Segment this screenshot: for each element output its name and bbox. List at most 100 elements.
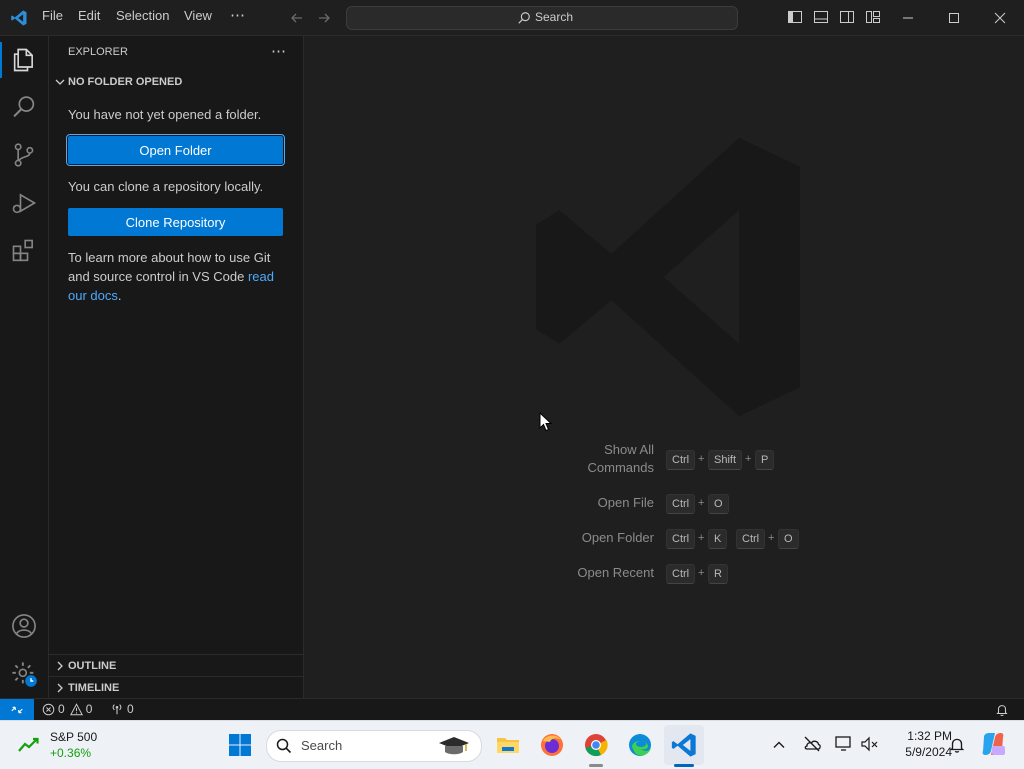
ports-indicator[interactable]: 0: [110, 702, 134, 716]
key-ctrl: Ctrl: [666, 529, 696, 549]
menu-selection[interactable]: Selection: [116, 8, 169, 23]
sidebar-more-button[interactable]: ⋯: [271, 42, 286, 60]
key-plus: +: [768, 532, 775, 544]
key-plus: +: [698, 497, 705, 509]
command-center-search[interactable]: Search: [346, 6, 738, 30]
search-label: Search: [535, 10, 574, 24]
vscode-running-indicator: [674, 764, 694, 767]
mouse-cursor-icon: [539, 412, 553, 432]
remote-indicator[interactable]: [0, 699, 34, 721]
chevron-up-icon[interactable]: [772, 738, 786, 752]
minimize-button[interactable]: [885, 0, 931, 35]
open-recent-label: Open Recent: [577, 565, 654, 580]
toggle-primary-sidebar-icon[interactable]: [787, 9, 803, 25]
warning-icon: [69, 702, 83, 715]
key-k: K: [708, 529, 728, 549]
error-count: 0: [58, 702, 65, 716]
chevron-down-icon: [55, 79, 65, 85]
menu-more-button[interactable]: ⋯: [230, 6, 245, 24]
key-ctrl: Ctrl: [666, 494, 696, 514]
search-activity-icon[interactable]: [10, 93, 38, 121]
remote-icon: [11, 706, 23, 714]
run-debug-icon[interactable]: [10, 189, 38, 217]
customize-layout-icon[interactable]: [865, 9, 881, 25]
chrome-running-indicator: [589, 764, 603, 767]
notifications-bell-icon[interactable]: [995, 703, 1009, 717]
key-ctrl: Ctrl: [666, 564, 696, 584]
timeline-label: TIMELINE: [68, 682, 120, 694]
back-arrow-icon[interactable]: [289, 10, 305, 26]
learn-more-end: .: [117, 288, 122, 303]
key-plus: +: [745, 453, 752, 465]
network-display-icon[interactable]: [834, 735, 854, 753]
volume-muted-icon[interactable]: [860, 735, 880, 753]
stock-name: S&P 500: [50, 730, 98, 744]
accounts-icon[interactable]: [10, 612, 38, 640]
active-indicator: [0, 42, 2, 78]
toggle-secondary-sidebar-icon[interactable]: [839, 9, 855, 25]
ports-count: 0: [127, 702, 134, 716]
timeline-section-header[interactable]: TIMELINE: [49, 676, 303, 699]
key-shift: Shift: [708, 450, 743, 470]
status-bar: 0 0 0: [0, 698, 1024, 721]
key-plus: +: [698, 453, 705, 465]
learn-more-body: To learn more about how to use Git and s…: [68, 250, 271, 284]
toggle-panel-icon[interactable]: [813, 9, 829, 25]
outline-section-header[interactable]: OUTLINE: [49, 654, 303, 677]
error-icon: [42, 703, 55, 715]
clone-repository-button[interactable]: Clone Repository: [68, 208, 283, 236]
stock-widget[interactable]: S&P 500 +0.36%: [14, 729, 114, 761]
editor-area[interactable]: Show All Commands Ctrl + Shift + P Open …: [304, 36, 1024, 698]
copilot-icon[interactable]: [980, 731, 1006, 757]
open-folder-label: Open Folder: [581, 530, 654, 545]
outline-label: OUTLINE: [68, 660, 117, 672]
sidebar-title: EXPLORER: [68, 46, 128, 58]
chrome-icon[interactable]: [582, 731, 610, 759]
explorer-sidebar: EXPLORER ⋯ NO FOLDER OPENED You have not…: [49, 36, 304, 698]
open-file-label: Open File: [597, 495, 654, 510]
search-icon: [276, 738, 292, 754]
menu-file[interactable]: File: [42, 8, 63, 23]
maximize-button[interactable]: [931, 0, 977, 35]
notification-bell-icon[interactable]: [948, 736, 966, 754]
key-p: P: [755, 450, 775, 470]
key-o: O: [778, 529, 799, 549]
key-plus: +: [698, 532, 705, 544]
firefox-icon[interactable]: [538, 731, 566, 759]
chevron-right-icon: [57, 661, 63, 671]
taskbar-search[interactable]: Search: [266, 730, 482, 762]
windows-start-icon[interactable]: [226, 731, 254, 759]
vscode-logo-icon: [11, 10, 27, 26]
windows-taskbar: S&P 500 +0.36% Search 1:32 PM 5/9/2024: [0, 720, 1024, 769]
open-folder-button[interactable]: Open Folder: [66, 134, 285, 166]
forward-arrow-icon[interactable]: [316, 10, 332, 26]
minimize-icon: [903, 17, 913, 18]
menu-view[interactable]: View: [184, 8, 212, 23]
section-title: NO FOLDER OPENED: [68, 76, 183, 88]
file-explorer-icon[interactable]: [494, 731, 522, 759]
broadcast-icon: [112, 704, 122, 715]
manage-gear-icon[interactable]: [10, 660, 38, 688]
taskbar-time[interactable]: 1:32 PM: [892, 729, 952, 743]
problems-indicator[interactable]: 0 0: [42, 702, 92, 716]
clone-message: You can clone a repository locally.: [68, 179, 264, 194]
explorer-files-icon[interactable]: [10, 46, 38, 74]
vscode-watermark-logo: [536, 137, 800, 417]
menu-edit[interactable]: Edit: [78, 8, 100, 23]
no-folder-section-header[interactable]: NO FOLDER OPENED: [49, 71, 303, 93]
key-ctrl: Ctrl: [666, 450, 696, 470]
edge-icon[interactable]: [626, 731, 654, 759]
key-ctrl: Ctrl: [736, 529, 766, 549]
chevron-right-icon: [57, 683, 63, 693]
onedrive-cloud-icon[interactable]: [802, 735, 822, 753]
taskbar-search-label: Search: [301, 738, 343, 753]
source-control-icon[interactable]: [10, 141, 38, 169]
taskbar-date[interactable]: 5/9/2024: [884, 745, 952, 759]
show-all-commands-label: Show All Commands: [587, 442, 654, 475]
key-plus: +: [698, 567, 705, 579]
vscode-taskbar-icon[interactable]: [670, 731, 698, 759]
git-learn-more-text: To learn more about how to use Git and s…: [68, 248, 283, 305]
title-bar: File Edit Selection View ⋯ Search: [0, 0, 1024, 36]
close-button[interactable]: [977, 0, 1023, 35]
extensions-icon[interactable]: [10, 237, 38, 265]
